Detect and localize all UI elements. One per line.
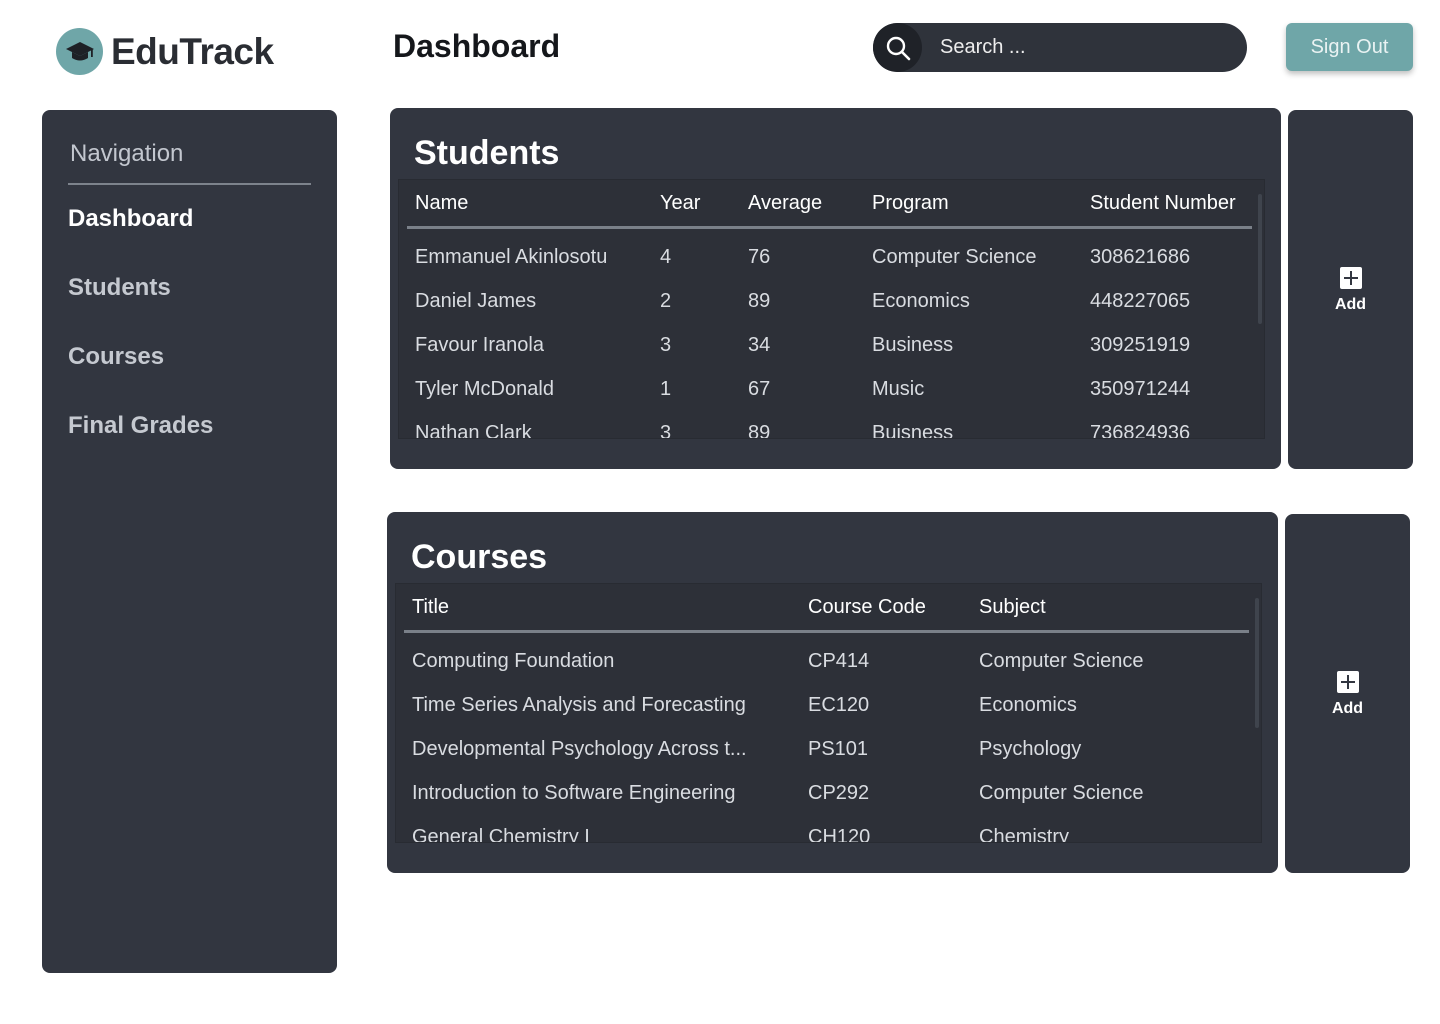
cell-year: 2 bbox=[660, 290, 672, 312]
search-icon[interactable] bbox=[873, 23, 922, 72]
column-header-program[interactable]: Program bbox=[872, 192, 949, 215]
table-row[interactable]: Developmental Psychology Across t... PS1… bbox=[396, 738, 1261, 782]
column-header-course-code[interactable]: Course Code bbox=[808, 596, 926, 619]
column-header-year[interactable]: Year bbox=[660, 192, 700, 215]
column-header-subject[interactable]: Subject bbox=[979, 596, 1046, 619]
cell-year: 3 bbox=[660, 422, 672, 439]
cell-course-code: PS101 bbox=[808, 738, 869, 760]
column-header-title[interactable]: Title bbox=[412, 596, 449, 619]
cell-program: Music bbox=[872, 378, 925, 400]
search-input[interactable] bbox=[940, 36, 1220, 59]
column-header-student-number[interactable]: Student Number bbox=[1090, 192, 1236, 215]
cell-student-number: 350971244 bbox=[1090, 378, 1191, 400]
table-row[interactable]: Emmanuel Akinlosotu 4 76 Computer Scienc… bbox=[399, 246, 1264, 290]
sidebar-item-courses[interactable]: Courses bbox=[68, 343, 164, 371]
table-row[interactable]: Tyler McDonald 1 67 Music 350971244 bbox=[399, 378, 1264, 422]
plus-square-icon bbox=[1339, 266, 1362, 289]
cell-subject: Chemistry bbox=[979, 826, 1070, 843]
cell-program: Economics bbox=[872, 290, 970, 312]
table-row[interactable]: Daniel James 2 89 Economics 448227065 bbox=[399, 290, 1264, 334]
graduation-cap-icon bbox=[56, 28, 103, 75]
students-title: Students bbox=[414, 134, 560, 172]
cell-title: Introduction to Software Engineering bbox=[412, 782, 736, 804]
cell-course-code: CP292 bbox=[808, 782, 870, 804]
sidebar-item-dashboard[interactable]: Dashboard bbox=[68, 205, 193, 233]
sign-out-button[interactable]: Sign Out bbox=[1286, 23, 1413, 71]
search-bar[interactable] bbox=[873, 23, 1247, 72]
app-name: EduTrack bbox=[111, 30, 274, 72]
page-title: Dashboard bbox=[393, 28, 561, 64]
add-student-button[interactable]: Add bbox=[1288, 110, 1413, 469]
cell-subject: Computer Science bbox=[979, 650, 1144, 672]
cell-name: Tyler McDonald bbox=[415, 378, 554, 400]
cell-title: Computing Foundation bbox=[412, 650, 615, 672]
cell-average: 34 bbox=[748, 334, 771, 356]
plus-square-icon bbox=[1336, 670, 1359, 693]
cell-title: Time Series Analysis and Forecasting bbox=[412, 694, 746, 716]
table-row[interactable]: Time Series Analysis and Forecasting EC1… bbox=[396, 694, 1261, 738]
students-panel: Students Name Year Average Program Stude… bbox=[390, 108, 1281, 469]
header-divider bbox=[407, 226, 1252, 229]
cell-student-number: 448227065 bbox=[1090, 290, 1191, 312]
table-row[interactable]: Nathan Clark 3 89 Buisness 736824936 bbox=[399, 422, 1264, 439]
cell-student-number: 736824936 bbox=[1090, 422, 1191, 439]
cell-name: Daniel James bbox=[415, 290, 537, 312]
cell-name: Emmanuel Akinlosotu bbox=[415, 246, 608, 268]
students-table: Name Year Average Program Student Number… bbox=[398, 179, 1265, 439]
courses-table: Title Course Code Subject Computing Foun… bbox=[395, 583, 1262, 843]
cell-program: Computer Science bbox=[872, 246, 1037, 268]
cell-program: Business bbox=[872, 334, 954, 356]
cell-average: 89 bbox=[748, 422, 771, 439]
cell-name: Nathan Clark bbox=[415, 422, 532, 439]
cell-title: General Chemistry I bbox=[412, 826, 590, 843]
column-header-name[interactable]: Name bbox=[415, 192, 468, 215]
sidebar-item-students[interactable]: Students bbox=[68, 274, 171, 302]
cell-course-code: EC120 bbox=[808, 694, 870, 716]
table-row[interactable]: Introduction to Software Engineering CP2… bbox=[396, 782, 1261, 826]
cell-year: 3 bbox=[660, 334, 672, 356]
cell-student-number: 308621686 bbox=[1090, 246, 1191, 268]
table-row[interactable]: General Chemistry I CH120 Chemistry bbox=[396, 826, 1261, 843]
column-header-average[interactable]: Average bbox=[748, 192, 822, 215]
cell-name: Favour Iranola bbox=[415, 334, 544, 356]
table-row[interactable]: Favour Iranola 3 34 Business 309251919 bbox=[399, 334, 1264, 378]
sidebar-heading: Navigation bbox=[70, 140, 184, 167]
sidebar-item-final-grades[interactable]: Final Grades bbox=[68, 412, 213, 440]
cell-course-code: CP414 bbox=[808, 650, 870, 672]
courses-title: Courses bbox=[411, 538, 548, 576]
cell-title: Developmental Psychology Across t... bbox=[412, 738, 747, 760]
page: EduTrack Dashboard Sign Out Navigation D… bbox=[0, 0, 1440, 1024]
add-course-button[interactable]: Add bbox=[1285, 514, 1410, 873]
cell-subject: Economics bbox=[979, 694, 1077, 716]
cell-program: Buisness bbox=[872, 422, 954, 439]
table-row[interactable]: Computing Foundation CP414 Computer Scie… bbox=[396, 650, 1261, 694]
add-course-label: Add bbox=[1331, 699, 1364, 717]
cell-year: 4 bbox=[660, 246, 672, 268]
app-logo[interactable]: EduTrack bbox=[56, 28, 274, 75]
cell-subject: Psychology bbox=[979, 738, 1082, 760]
cell-subject: Computer Science bbox=[979, 782, 1144, 804]
cell-course-code: CH120 bbox=[808, 826, 871, 843]
cell-average: 89 bbox=[748, 290, 771, 312]
cell-average: 76 bbox=[748, 246, 771, 268]
add-student-label: Add bbox=[1334, 295, 1367, 313]
sidebar: Navigation Dashboard Students Courses Fi… bbox=[42, 110, 337, 973]
cell-average: 67 bbox=[748, 378, 771, 400]
cell-year: 1 bbox=[660, 378, 672, 400]
courses-panel: Courses Title Course Code Subject Comput… bbox=[387, 512, 1278, 873]
cell-student-number: 309251919 bbox=[1090, 334, 1191, 356]
header-divider bbox=[404, 630, 1249, 633]
sidebar-divider bbox=[68, 183, 311, 185]
